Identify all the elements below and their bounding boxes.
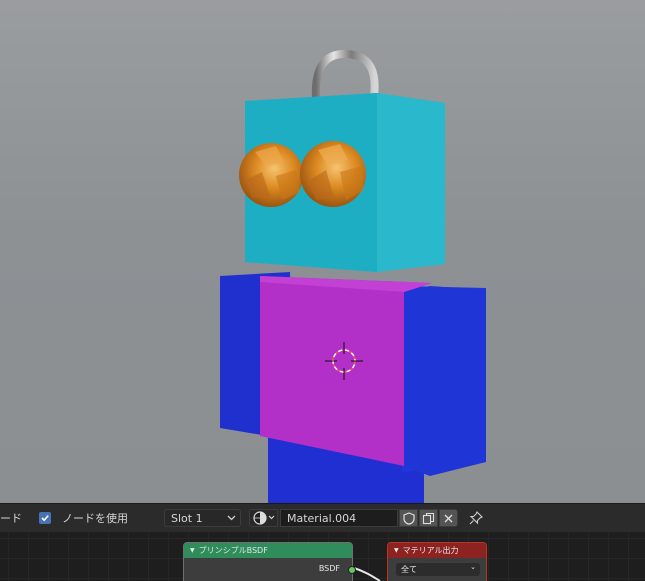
scene-render bbox=[220, 49, 486, 503]
output-target-dropdown[interactable]: 全て ⌄ bbox=[396, 563, 480, 576]
node-editor-header: ード ノードを使用 Slot 1 Material.004 bbox=[0, 503, 645, 532]
3d-viewport[interactable] bbox=[0, 0, 645, 503]
robot-eye-right bbox=[300, 141, 366, 207]
shield-icon bbox=[402, 511, 415, 525]
robot-eye-left bbox=[239, 143, 303, 207]
output-target-value: 全て bbox=[401, 565, 417, 574]
material-sphere-icon bbox=[253, 511, 275, 525]
node-editor-canvas[interactable]: ▼ プリンシプルBSDF BSDF ▼ マテリアル出力 全て ⌄ bbox=[0, 532, 645, 581]
use-nodes-checkbox[interactable] bbox=[39, 512, 51, 524]
bsdf-output-label: BSDF bbox=[318, 564, 340, 573]
material-output-node[interactable]: ▼ マテリアル出力 全て ⌄ bbox=[387, 542, 487, 581]
browse-material-button[interactable] bbox=[249, 509, 278, 527]
use-nodes-label: ノードを使用 bbox=[62, 512, 128, 525]
checkmark-icon bbox=[41, 515, 49, 522]
pin-icon bbox=[469, 511, 483, 525]
close-icon bbox=[444, 514, 453, 522]
slot-dropdown[interactable]: Slot 1 bbox=[164, 509, 241, 527]
material-name-field[interactable]: Material.004 bbox=[280, 509, 398, 527]
node-header[interactable]: ▼ マテリアル出力 bbox=[388, 543, 486, 558]
chevron-down-icon bbox=[227, 515, 236, 521]
robot-ring bbox=[311, 49, 379, 102]
slot-value: Slot 1 bbox=[171, 511, 203, 525]
fake-user-button[interactable] bbox=[399, 509, 418, 527]
chevron-down-icon: ⌄ bbox=[470, 563, 476, 571]
unlink-material-button[interactable] bbox=[439, 509, 458, 527]
collapse-triangle-icon[interactable]: ▼ bbox=[190, 547, 195, 554]
node-header[interactable]: ▼ プリンシプルBSDF bbox=[184, 543, 352, 558]
duplicate-material-button[interactable] bbox=[419, 509, 438, 527]
principled-bsdf-node[interactable]: ▼ プリンシプルBSDF BSDF bbox=[183, 542, 356, 581]
pin-button[interactable] bbox=[466, 509, 485, 527]
duplicate-icon bbox=[422, 512, 435, 524]
editor-mode-label[interactable]: ード bbox=[0, 504, 22, 532]
node-title: プリンシプルBSDF bbox=[198, 546, 268, 555]
bsdf-output-socket[interactable] bbox=[348, 566, 356, 574]
node-title: マテリアル出力 bbox=[402, 546, 459, 555]
collapse-triangle-icon[interactable]: ▼ bbox=[394, 547, 399, 554]
robot-torso bbox=[220, 272, 486, 476]
